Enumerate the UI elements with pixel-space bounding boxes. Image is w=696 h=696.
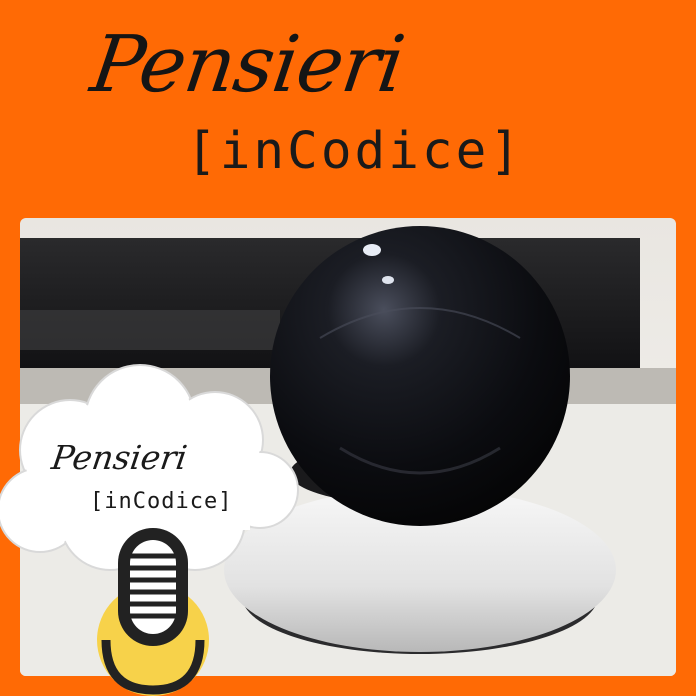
podcast-cover: Pensieri [inCodice] Pensieri [inCodice] <box>0 0 696 696</box>
badge-title: Pensieri <box>49 438 190 477</box>
podcast-title: Pensieri <box>85 20 410 110</box>
microphone-icon <box>97 528 209 696</box>
podcast-subtitle: [inCodice] <box>186 122 524 181</box>
badge-subtitle: [inCodice] <box>90 489 233 514</box>
